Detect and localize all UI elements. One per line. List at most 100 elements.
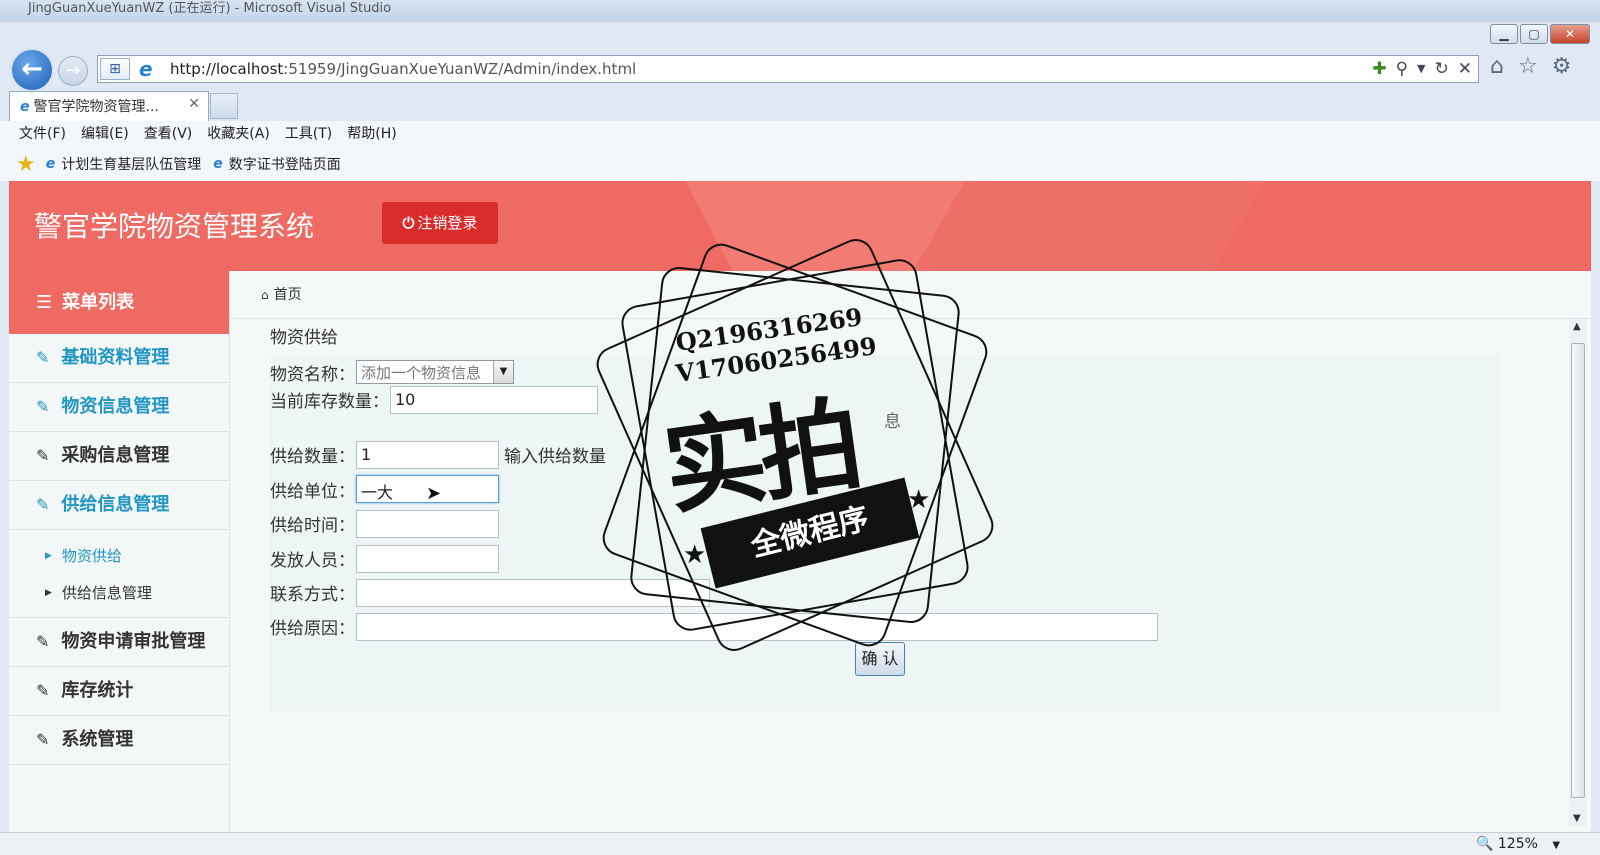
menu-edit[interactable]: 编辑(E) — [81, 121, 129, 147]
power-icon: ⏻ — [402, 214, 415, 232]
menu-favorites[interactable]: 收藏夹(A) — [207, 121, 270, 147]
tab-title: 警官学院物资管理... — [33, 99, 159, 115]
menu-help[interactable]: 帮助(H) — [347, 121, 396, 147]
status-bar: 🔍 125% ▼ — [0, 832, 1600, 855]
home-icon: ⌂ — [261, 288, 269, 302]
form-title: 物资供给 — [270, 328, 338, 348]
address-bar[interactable]: ⊞ e http://localhost:51959/JingGuanXueYu… — [97, 55, 1479, 83]
sidebar-item-basic-data[interactable]: ✎ 基础资料管理 — [9, 334, 229, 383]
addon-icon[interactable]: ✚ — [1372, 59, 1386, 79]
ie-fav-icon: e — [45, 156, 56, 172]
edit-icon: ✎ — [36, 495, 50, 514]
chevron-down-icon: ▼ — [493, 361, 513, 383]
sidebar-item-label: 物资申请审批管理 — [61, 631, 206, 652]
forward-button[interactable]: → — [58, 56, 88, 86]
scroll-thumb[interactable] — [1571, 343, 1585, 798]
sidebar-heading: ☰ 菜单列表 — [9, 271, 229, 334]
favorite-link-2[interactable]: e 数字证书登陆页面 — [213, 154, 341, 174]
zoom-icon: 🔍 — [1476, 836, 1494, 852]
banner-decoration — [907, 181, 1271, 271]
stock-field[interactable]: 10 — [390, 386, 598, 414]
close-window-button[interactable]: ✕ — [1550, 24, 1590, 44]
page-scrollbar[interactable]: ▲ ▼ — [1569, 319, 1587, 826]
quantity-label: 供给数量： — [270, 447, 355, 467]
material-name-select[interactable]: 添加一个物资信息 ▼ — [356, 360, 514, 384]
browser-tab[interactable]: e 警官学院物资管理... ✕ — [9, 91, 209, 121]
sidebar-subitem-material-supply[interactable]: ▶ 物资供给 — [9, 538, 229, 575]
quantity-field[interactable]: 1 — [356, 441, 499, 469]
sidebar-item-approval[interactable]: ✎ 物资申请审批管理 — [9, 618, 229, 667]
menu-file[interactable]: 文件(F) — [19, 121, 66, 147]
edit-icon: ✎ — [36, 446, 50, 465]
ie-tab-icon: e — [20, 99, 30, 115]
caret-right-icon: ▶ — [45, 551, 52, 561]
search-icon[interactable]: ⚲ — [1396, 59, 1408, 79]
sidebar-item-stock-stats[interactable]: ✎ 库存统计 — [9, 667, 229, 716]
favorites-star-icon[interactable]: ☆ — [1518, 54, 1538, 79]
reason-field[interactable] — [356, 613, 1158, 641]
favorite-label: 计划生育基层队伍管理 — [61, 157, 202, 173]
sidebar-subitem-label: 物资供给 — [61, 547, 122, 565]
ie-fav-icon: e — [213, 156, 223, 172]
sidebar-heading-label: 菜单列表 — [62, 292, 135, 313]
reason-label: 供给原因： — [270, 619, 355, 639]
edit-icon: ✎ — [36, 632, 50, 651]
top-banner: 警官学院物资管理系统 ⏻ 注销登录 — [9, 181, 1591, 271]
time-field[interactable] — [356, 510, 499, 538]
home-icon[interactable]: ⌂ — [1490, 54, 1504, 79]
list-icon: ☰ — [36, 292, 53, 313]
favorite-label: 数字证书登陆页面 — [228, 157, 341, 173]
unit-label: 供给单位： — [270, 482, 355, 502]
favorites-bar: ★ e 计划生育基层队伍管理 e 数字证书登陆页面 — [0, 147, 1600, 181]
web-page: 警官学院物资管理系统 ⏻ 注销登录 ☰ 菜单列表 ✎ 基础资料管理 ✎ 物资信息管理 ✎… — [9, 181, 1591, 832]
material-name-label: 物资名称： — [270, 365, 355, 385]
compatibility-icon[interactable]: ⊞ — [100, 58, 130, 80]
logout-button[interactable]: ⏻ 注销登录 — [382, 202, 498, 244]
sidebar-item-purchase-info[interactable]: ✎ 采购信息管理 — [9, 432, 229, 481]
person-field[interactable] — [356, 545, 499, 573]
site-title: 警官学院物资管理系统 — [34, 210, 315, 243]
material-name-selected: 添加一个物资信息 — [361, 364, 482, 382]
sidebar-subitem-supply-management[interactable]: ▶ 供给信息管理 — [9, 575, 229, 612]
stock-label: 当前库存数量： — [270, 392, 389, 412]
sidebar-item-supply-info[interactable]: ✎ 供给信息管理 — [9, 481, 229, 530]
contact-label: 联系方式： — [270, 585, 355, 605]
dropdown-icon[interactable]: ▼ — [1417, 59, 1425, 79]
favorites-star-icon[interactable]: ★ — [16, 152, 36, 177]
window-titlebar: JingGuanXueYuanWZ (正在运行) - Microsoft Vis… — [0, 0, 1600, 22]
maximize-button[interactable]: ▢ — [1520, 24, 1548, 44]
time-label: 供给时间： — [270, 516, 355, 536]
menu-tools[interactable]: 工具(T) — [285, 121, 332, 147]
url-text[interactable]: http://localhost:51959/JingGuanXueYuanWZ… — [170, 60, 636, 78]
confirm-button[interactable]: 确 认 — [855, 642, 905, 676]
menu-view[interactable]: 查看(V) — [144, 121, 193, 147]
sidebar-item-label: 系统管理 — [61, 729, 134, 750]
sidebar-submenu: ▶ 物资供给 ▶ 供给信息管理 — [9, 530, 229, 618]
scroll-up-icon[interactable]: ▲ — [1573, 321, 1581, 332]
minimize-button[interactable]: ▁ — [1490, 24, 1518, 44]
url-host: http://localhost — [170, 60, 284, 78]
supply-form: 物资供给 物资名称： 添加一个物资信息 ▼ 当前库存数量： 10 供给数量： 1… — [270, 328, 1500, 711]
zoom-level[interactable]: 🔍 125% ▼ — [1476, 836, 1560, 852]
chevron-down-icon: ▼ — [1552, 840, 1561, 851]
gear-icon[interactable]: ⚙ — [1552, 54, 1572, 79]
sidebar-item-label: 供给信息管理 — [61, 494, 170, 515]
stop-icon[interactable]: ✕ — [1458, 59, 1472, 79]
sidebar-item-system[interactable]: ✎ 系统管理 — [9, 716, 229, 765]
back-button[interactable]: ← — [10, 48, 54, 92]
browser-toolbar-icons: ⌂ ☆ ⚙ — [1490, 54, 1571, 79]
new-tab-button[interactable] — [210, 93, 238, 119]
close-tab-icon[interactable]: ✕ — [188, 96, 200, 112]
refresh-icon[interactable]: ↻ — [1435, 59, 1449, 79]
url-path: :51959/JingGuanXueYuanWZ/Admin/index.htm… — [283, 60, 637, 78]
sidebar-item-label: 库存统计 — [61, 680, 134, 701]
favorite-link-1[interactable]: e 计划生育基层队伍管理 — [46, 154, 202, 174]
edit-icon: ✎ — [36, 681, 50, 700]
sidebar-item-label: 物资信息管理 — [61, 396, 170, 417]
person-label: 发放人员： — [270, 551, 355, 571]
sidebar-item-label: 采购信息管理 — [61, 445, 170, 466]
scroll-down-icon[interactable]: ▼ — [1573, 813, 1581, 824]
contact-field[interactable] — [356, 579, 710, 607]
sidebar-item-material-info[interactable]: ✎ 物资信息管理 — [9, 383, 229, 432]
breadcrumb-home[interactable]: 首页 — [274, 287, 302, 303]
